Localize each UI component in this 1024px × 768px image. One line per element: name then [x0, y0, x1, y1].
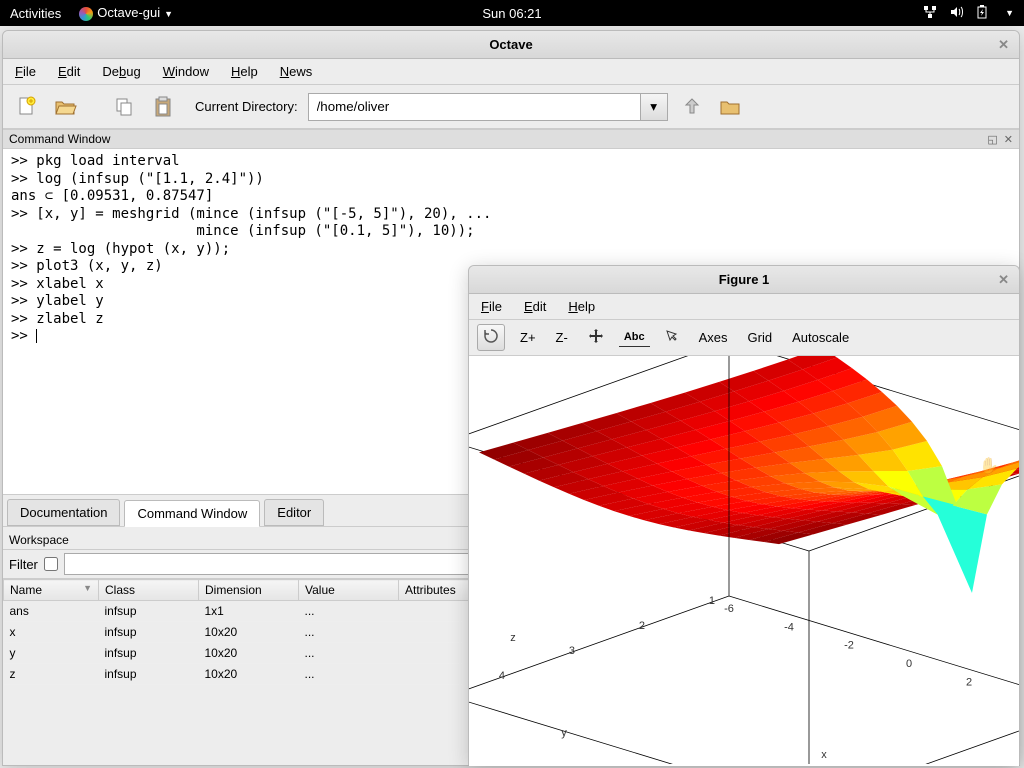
- svg-text:0: 0: [906, 658, 912, 670]
- svg-text:✋: ✋: [979, 456, 999, 475]
- close-icon[interactable]: ✕: [998, 37, 1009, 53]
- col-name[interactable]: Name▼: [4, 580, 99, 601]
- activities-button[interactable]: Activities: [10, 6, 61, 21]
- tab-editor[interactable]: Editor: [264, 499, 324, 526]
- svg-text:3: 3: [569, 645, 575, 657]
- autoscale-button[interactable]: Autoscale: [787, 327, 854, 348]
- col-value[interactable]: Value: [299, 580, 399, 601]
- curdir-dropdown[interactable]: ▾: [640, 93, 668, 121]
- tab-documentation[interactable]: Documentation: [7, 499, 120, 526]
- svg-text:x: x: [821, 749, 827, 761]
- octave-icon: [79, 7, 93, 21]
- up-dir-icon[interactable]: [678, 93, 706, 121]
- svg-text:-6: -6: [724, 603, 734, 615]
- menu-news[interactable]: News: [280, 64, 313, 79]
- zoom-out-button[interactable]: Z-: [551, 327, 573, 348]
- panel-undock-icon[interactable]: ◱: [987, 133, 997, 146]
- clock[interactable]: Sun 06:21: [482, 6, 541, 21]
- battery-icon[interactable]: [975, 5, 989, 22]
- main-menubar: File Edit Debug Window Help News: [3, 59, 1019, 85]
- fig-menu-edit[interactable]: Edit: [524, 299, 546, 314]
- axes-button[interactable]: Axes: [694, 327, 733, 348]
- network-icon[interactable]: [923, 5, 937, 22]
- svg-text:2: 2: [966, 676, 972, 688]
- col-dimension[interactable]: Dimension: [199, 580, 299, 601]
- svg-text:y: y: [561, 727, 567, 739]
- zoom-in-button[interactable]: Z+: [515, 327, 541, 348]
- window-title: Octave: [489, 37, 532, 52]
- rotate-icon[interactable]: [477, 324, 505, 351]
- curdir-input[interactable]: [308, 93, 640, 121]
- volume-icon[interactable]: [949, 5, 963, 22]
- paste-icon[interactable]: [149, 93, 177, 121]
- figure-window: Figure 1 ✕ File Edit Help Z+ Z- Abc Axes…: [468, 265, 1020, 765]
- svg-text:4: 4: [499, 670, 505, 682]
- figure-toolbar: Z+ Z- Abc Axes Grid Autoscale: [469, 320, 1019, 356]
- svg-text:2: 2: [639, 620, 645, 632]
- new-file-icon[interactable]: [13, 93, 41, 121]
- svg-text:1: 1: [709, 595, 715, 607]
- app-menu[interactable]: Octave-gui▼: [79, 5, 173, 21]
- plot-area[interactable]: -3-2-1012z12345y-6-4-20246x✋: [469, 356, 1019, 766]
- figure-close-icon[interactable]: ✕: [998, 272, 1009, 288]
- grid-button[interactable]: Grid: [743, 327, 778, 348]
- menu-help[interactable]: Help: [231, 64, 258, 79]
- curdir-label: Current Directory:: [195, 99, 298, 114]
- menu-edit[interactable]: Edit: [58, 64, 80, 79]
- menu-file[interactable]: File: [15, 64, 36, 79]
- menu-debug[interactable]: Debug: [102, 64, 140, 79]
- menu-window[interactable]: Window: [163, 64, 209, 79]
- open-folder-icon[interactable]: [51, 93, 79, 121]
- figure-titlebar: Figure 1 ✕: [469, 266, 1019, 294]
- figure-title: Figure 1: [719, 272, 770, 287]
- copy-icon[interactable]: [111, 93, 139, 121]
- tab-command-window[interactable]: Command Window: [124, 500, 260, 527]
- cmdwin-panel-title: Command Window ◱✕: [3, 129, 1019, 149]
- figure-menubar: File Edit Help: [469, 294, 1019, 320]
- main-toolbar: Current Directory: ▾: [3, 85, 1019, 129]
- panel-close-icon[interactable]: ✕: [1004, 133, 1013, 146]
- pan-icon[interactable]: [583, 325, 609, 350]
- filter-checkbox[interactable]: [44, 557, 58, 571]
- svg-text:z: z: [510, 632, 516, 644]
- system-menu-arrow[interactable]: ▼: [1005, 8, 1014, 18]
- fig-menu-help[interactable]: Help: [568, 299, 595, 314]
- text-icon[interactable]: Abc: [619, 328, 650, 347]
- select-icon[interactable]: [660, 326, 684, 349]
- fig-menu-file[interactable]: File: [481, 299, 502, 314]
- gnome-topbar: Activities Octave-gui▼ Sun 06:21 ▼: [0, 0, 1024, 26]
- browse-folder-icon[interactable]: [716, 93, 744, 121]
- svg-text:-2: -2: [844, 640, 854, 652]
- main-titlebar: Octave ✕: [3, 31, 1019, 59]
- col-class[interactable]: Class: [99, 580, 199, 601]
- svg-text:-4: -4: [784, 621, 794, 633]
